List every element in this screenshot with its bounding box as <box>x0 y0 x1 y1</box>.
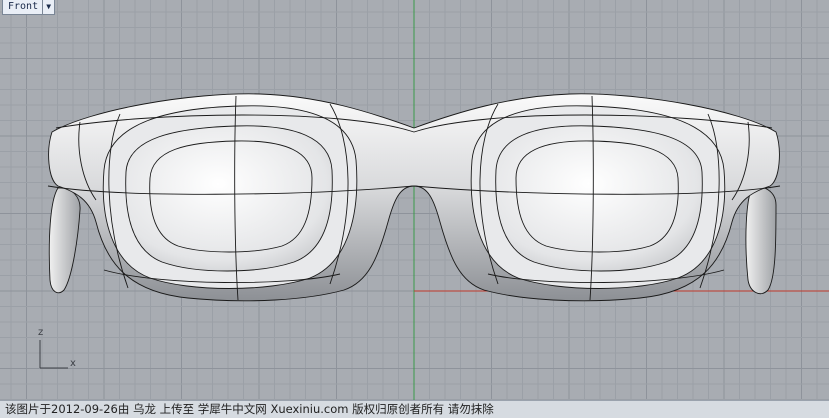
viewport-title[interactable]: Front <box>3 0 44 14</box>
dropdown-triangle-icon[interactable]: ▼ <box>43 0 54 14</box>
viewport-canvas[interactable] <box>0 0 829 400</box>
right-temple[interactable] <box>745 186 777 294</box>
watermark-bar: 该图片于2012-09-26由 乌龙 上传至 学犀牛中文网 Xuexiniu.c… <box>0 400 829 418</box>
right-lens[interactable] <box>495 125 703 272</box>
viewport-title-tab[interactable]: Front ▼ <box>2 0 56 15</box>
axis-z-label: z <box>38 327 44 338</box>
left-lens[interactable] <box>125 125 333 272</box>
world-axis-widget <box>39 340 68 369</box>
axis-x-label: x <box>70 358 76 369</box>
watermark-text: 该图片于2012-09-26由 乌龙 上传至 学犀牛中文网 Xuexiniu.c… <box>5 402 494 416</box>
left-temple[interactable] <box>48 187 81 294</box>
front-viewport[interactable]: Front ▼ z x <box>0 0 829 400</box>
